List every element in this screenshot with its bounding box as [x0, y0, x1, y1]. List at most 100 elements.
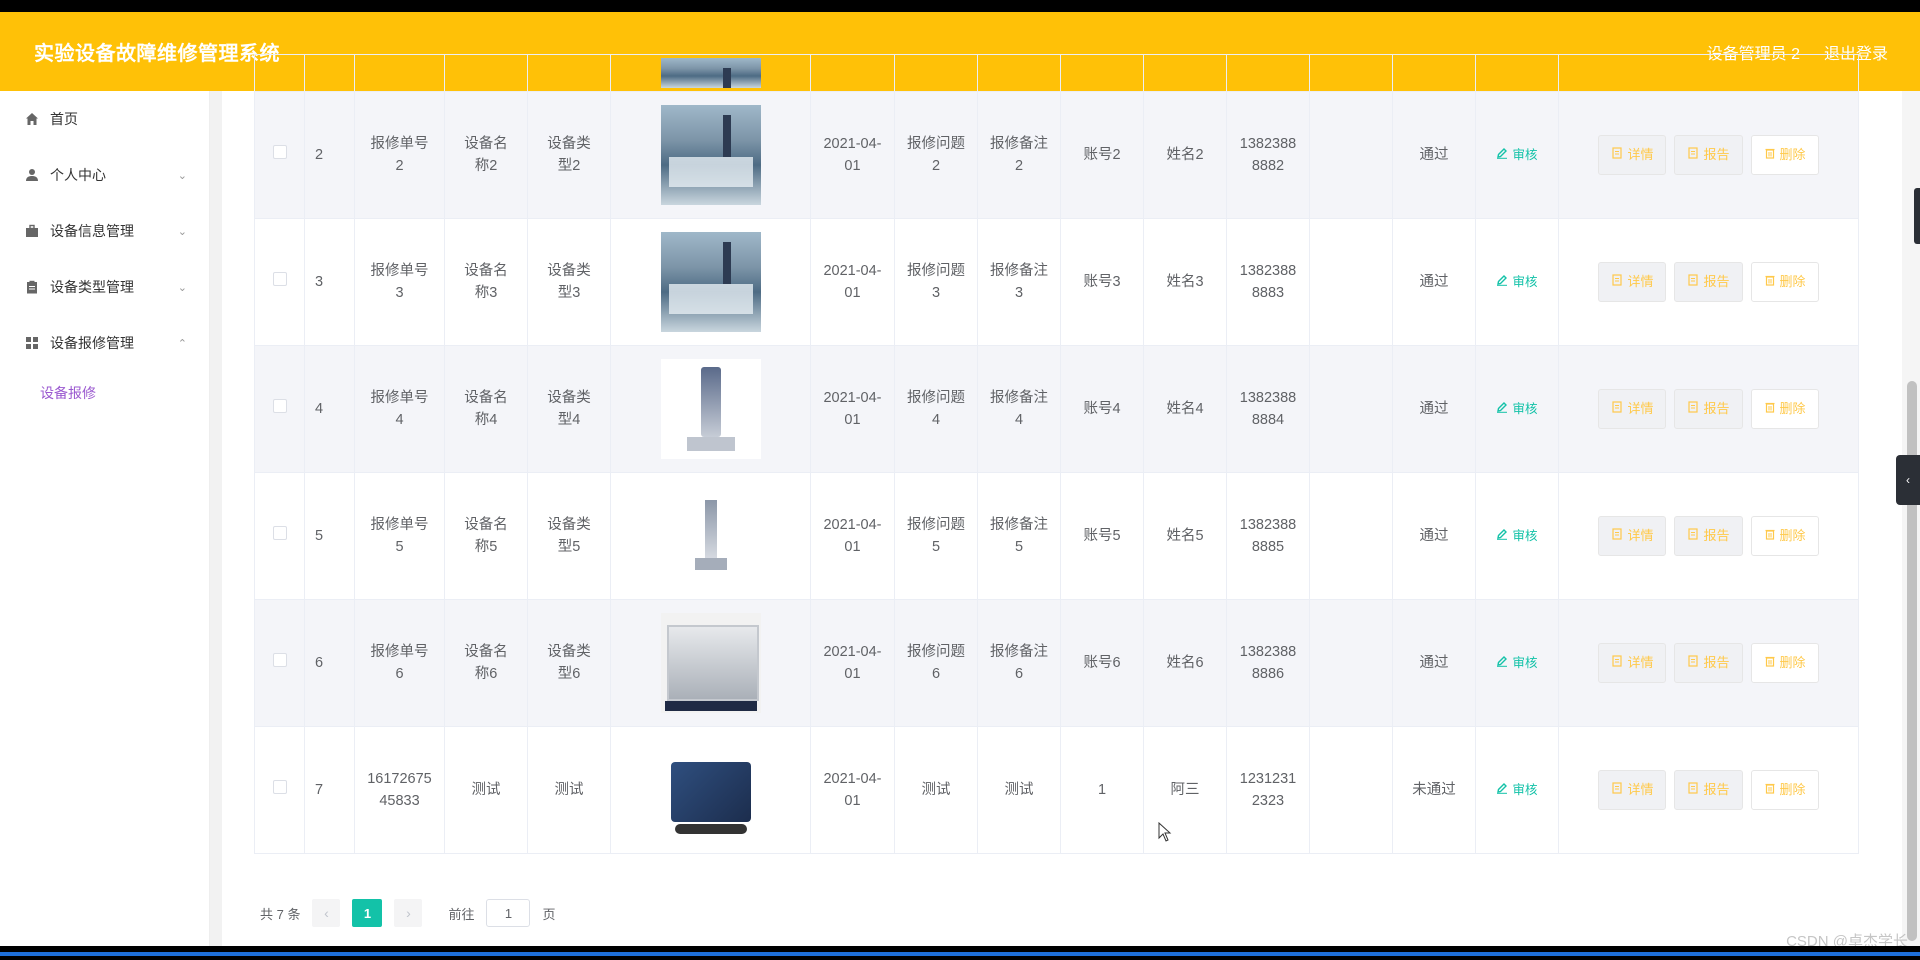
phone: 13823888886 — [1226, 599, 1310, 727]
audit-link[interactable]: 审核 — [1496, 144, 1538, 166]
audit-link[interactable]: 审核 — [1496, 652, 1538, 674]
delete-button[interactable]: 删除 — [1750, 770, 1819, 810]
delete-label: 删除 — [1779, 274, 1806, 289]
detail-button[interactable]: 详情 — [1598, 135, 1667, 175]
grid-icon — [24, 335, 40, 351]
device-photo — [660, 232, 761, 332]
mouse-cursor-icon — [1158, 822, 1172, 842]
chevron-down-icon: ⌄ — [177, 169, 187, 182]
delete-button[interactable]: 删除 — [1750, 135, 1819, 175]
page-number-button[interactable]: 1 — [352, 899, 383, 927]
report-button[interactable]: 报告 — [1674, 135, 1743, 175]
reporter-name: 姓名5 — [1143, 472, 1227, 600]
row-checkbox[interactable] — [272, 272, 287, 286]
report-label: 报告 — [1703, 655, 1730, 670]
order-number: 报修单号3 — [354, 218, 445, 346]
delete-button[interactable]: 删除 — [1750, 262, 1819, 302]
row-index: 6 — [304, 599, 355, 727]
device-type: 测试 — [527, 726, 611, 854]
trash-icon — [1764, 398, 1776, 420]
detail-button[interactable]: 详情 — [1598, 516, 1667, 556]
chevron-left-icon: ‹ — [1906, 473, 1910, 487]
report-button[interactable]: 报告 — [1674, 389, 1743, 429]
sidebar-item-device-info[interactable]: 设备信息管理 ⌄ — [0, 203, 209, 259]
sidebar-item-repair-management[interactable]: 设备报修管理 ⌃ — [0, 315, 209, 371]
repair-remark: 报修备注5 — [977, 472, 1061, 600]
table-row: 6 报修单号6 设备名称6 设备类型6 2021-04-01 报修问题6 报修备注6 账号6 姓… — [254, 599, 1859, 727]
audit-link[interactable]: 审核 — [1496, 398, 1538, 420]
delete-button[interactable]: 删除 — [1750, 643, 1819, 683]
audit-link[interactable]: 审核 — [1496, 525, 1538, 547]
collapse-panel-button[interactable]: ‹ — [1896, 455, 1920, 505]
document-icon — [1611, 525, 1623, 547]
top-black-bar — [0, 0, 1920, 12]
device-photo — [660, 359, 761, 459]
repair-issue: 报修问题6 — [894, 599, 978, 727]
audit-status: 通过 — [1392, 91, 1476, 219]
sidebar-subitem-repair[interactable]: 设备报修 — [0, 371, 209, 415]
audit-link[interactable]: 审核 — [1496, 779, 1538, 801]
detail-button[interactable]: 详情 — [1598, 770, 1667, 810]
device-name: 测试 — [444, 726, 528, 854]
report-button[interactable]: 报告 — [1674, 516, 1743, 556]
account: 账号6 — [1060, 599, 1144, 727]
empty-cell — [1309, 91, 1393, 219]
account: 1 — [1060, 726, 1144, 854]
detail-button[interactable]: 详情 — [1598, 643, 1667, 683]
report-button[interactable]: 报告 — [1674, 643, 1743, 683]
goto-page-input[interactable] — [486, 899, 531, 927]
device-type: 设备类型2 — [527, 91, 611, 219]
device-type: 设备类型4 — [527, 345, 611, 473]
device-type: 设备类型5 — [527, 472, 611, 600]
repair-issue: 报修问题5 — [894, 472, 978, 600]
repair-issue: 报修问题4 — [894, 345, 978, 473]
report-label: 报告 — [1703, 274, 1730, 289]
row-checkbox[interactable] — [272, 145, 287, 159]
sidebar-item-label: 个人中心 — [50, 167, 106, 183]
prev-page-button[interactable]: ‹ — [312, 899, 341, 927]
audit-status: 通过 — [1392, 472, 1476, 600]
detail-button[interactable]: 详情 — [1598, 262, 1667, 302]
trash-icon — [1764, 652, 1776, 674]
repair-remark: 报修备注4 — [977, 345, 1061, 473]
report-label: 报告 — [1703, 147, 1730, 162]
reporter-name: 姓名4 — [1143, 345, 1227, 473]
delete-label: 删除 — [1779, 401, 1806, 416]
device-name: 设备名称3 — [444, 218, 528, 346]
delete-button[interactable]: 删除 — [1750, 389, 1819, 429]
phone: 13823888884 — [1226, 345, 1310, 473]
row-checkbox[interactable] — [272, 653, 287, 667]
repair-date: 2021-04-01 — [810, 472, 895, 600]
app-title: 实验设备故障维修管理系统 — [34, 43, 280, 65]
reporter-name: 姓名3 — [1143, 218, 1227, 346]
edit-icon — [1496, 398, 1508, 420]
bottom-bar — [0, 946, 1920, 960]
sidebar-item-personal-center[interactable]: 个人中心 ⌄ — [0, 147, 209, 203]
account: 账号2 — [1060, 91, 1144, 219]
audit-label: 审核 — [1512, 783, 1538, 797]
detail-label: 详情 — [1627, 401, 1654, 416]
order-number: 报修单号4 — [354, 345, 445, 473]
audit-label: 审核 — [1512, 148, 1538, 162]
pagination-total: 共 7 条 — [260, 906, 301, 922]
device-type: 设备类型3 — [527, 218, 611, 346]
document-icon — [1687, 398, 1699, 420]
next-page-button[interactable]: › — [394, 899, 423, 927]
side-panel-handle[interactable] — [1914, 188, 1920, 244]
delete-button[interactable]: 删除 — [1750, 516, 1819, 556]
repair-table: 2 报修单号2 设备名称2 设备类型2 2021-04-01 报修问题2 报修备注2 账号2 姓… — [254, 54, 1859, 854]
sidebar-item-home[interactable]: 首页 — [0, 91, 209, 147]
report-button[interactable]: 报告 — [1674, 770, 1743, 810]
clipboard-icon — [24, 279, 40, 295]
row-checkbox[interactable] — [272, 526, 287, 540]
detail-button[interactable]: 详情 — [1598, 389, 1667, 429]
audit-status: 未通过 — [1392, 726, 1476, 854]
row-checkbox[interactable] — [272, 399, 287, 413]
device-name: 设备名称2 — [444, 91, 528, 219]
delete-label: 删除 — [1779, 782, 1806, 797]
audit-link[interactable]: 审核 — [1496, 271, 1538, 293]
empty-cell — [1309, 726, 1393, 854]
row-checkbox[interactable] — [272, 780, 287, 794]
sidebar-item-device-type[interactable]: 设备类型管理 ⌄ — [0, 259, 209, 315]
report-button[interactable]: 报告 — [1674, 262, 1743, 302]
